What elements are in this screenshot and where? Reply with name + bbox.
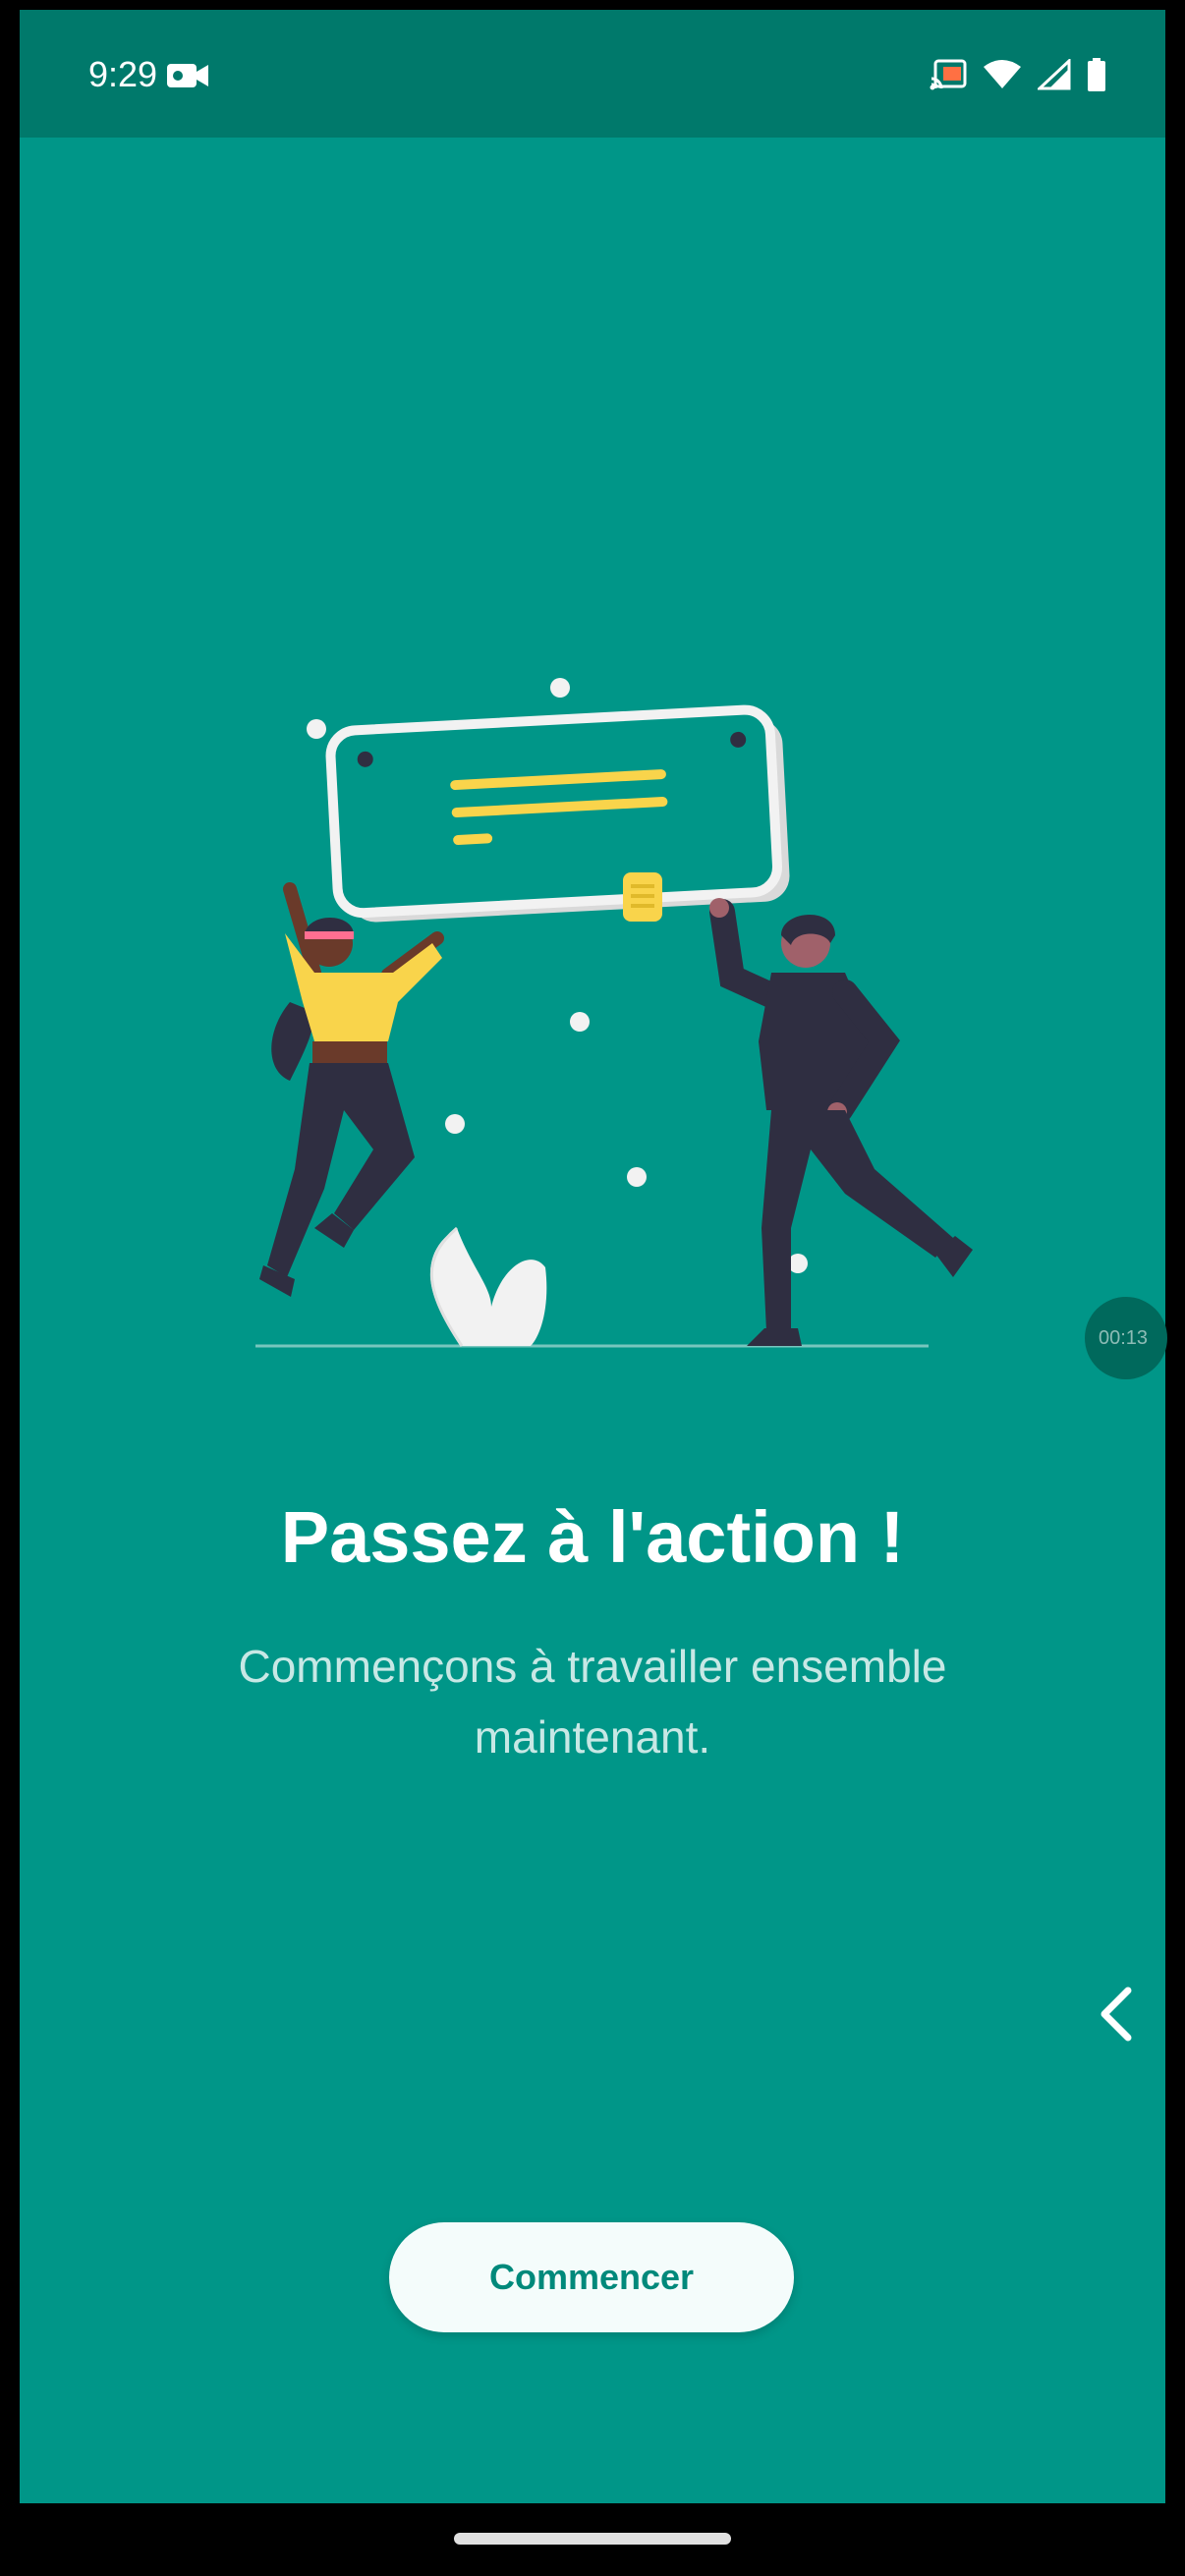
wifi-icon	[984, 60, 1021, 88]
screen-recorder-timer[interactable]: 00:13	[1085, 1297, 1167, 1379]
onboarding-screen: 9:29 Passez à l'action ! Commençons à tr…	[20, 10, 1165, 2503]
onboarding-illustration	[255, 678, 973, 1348]
onboarding-title: Passez à l'action !	[280, 1496, 905, 1578]
home-indicator[interactable]	[454, 2533, 731, 2545]
battery-icon	[1088, 58, 1105, 91]
status-bar: 9:29	[20, 10, 1165, 138]
onboarding-subtitle: Commençons à travailler ensemble mainten…	[238, 1641, 947, 1763]
signal-icon	[1038, 59, 1071, 90]
chevron-left-icon[interactable]	[1091, 1985, 1140, 2044]
cast-icon	[930, 59, 967, 90]
start-button[interactable]: Commencer	[389, 2222, 794, 2332]
status-icons	[930, 55, 1106, 94]
status-time: 9:29	[88, 54, 158, 94]
video-record-icon	[167, 64, 208, 87]
